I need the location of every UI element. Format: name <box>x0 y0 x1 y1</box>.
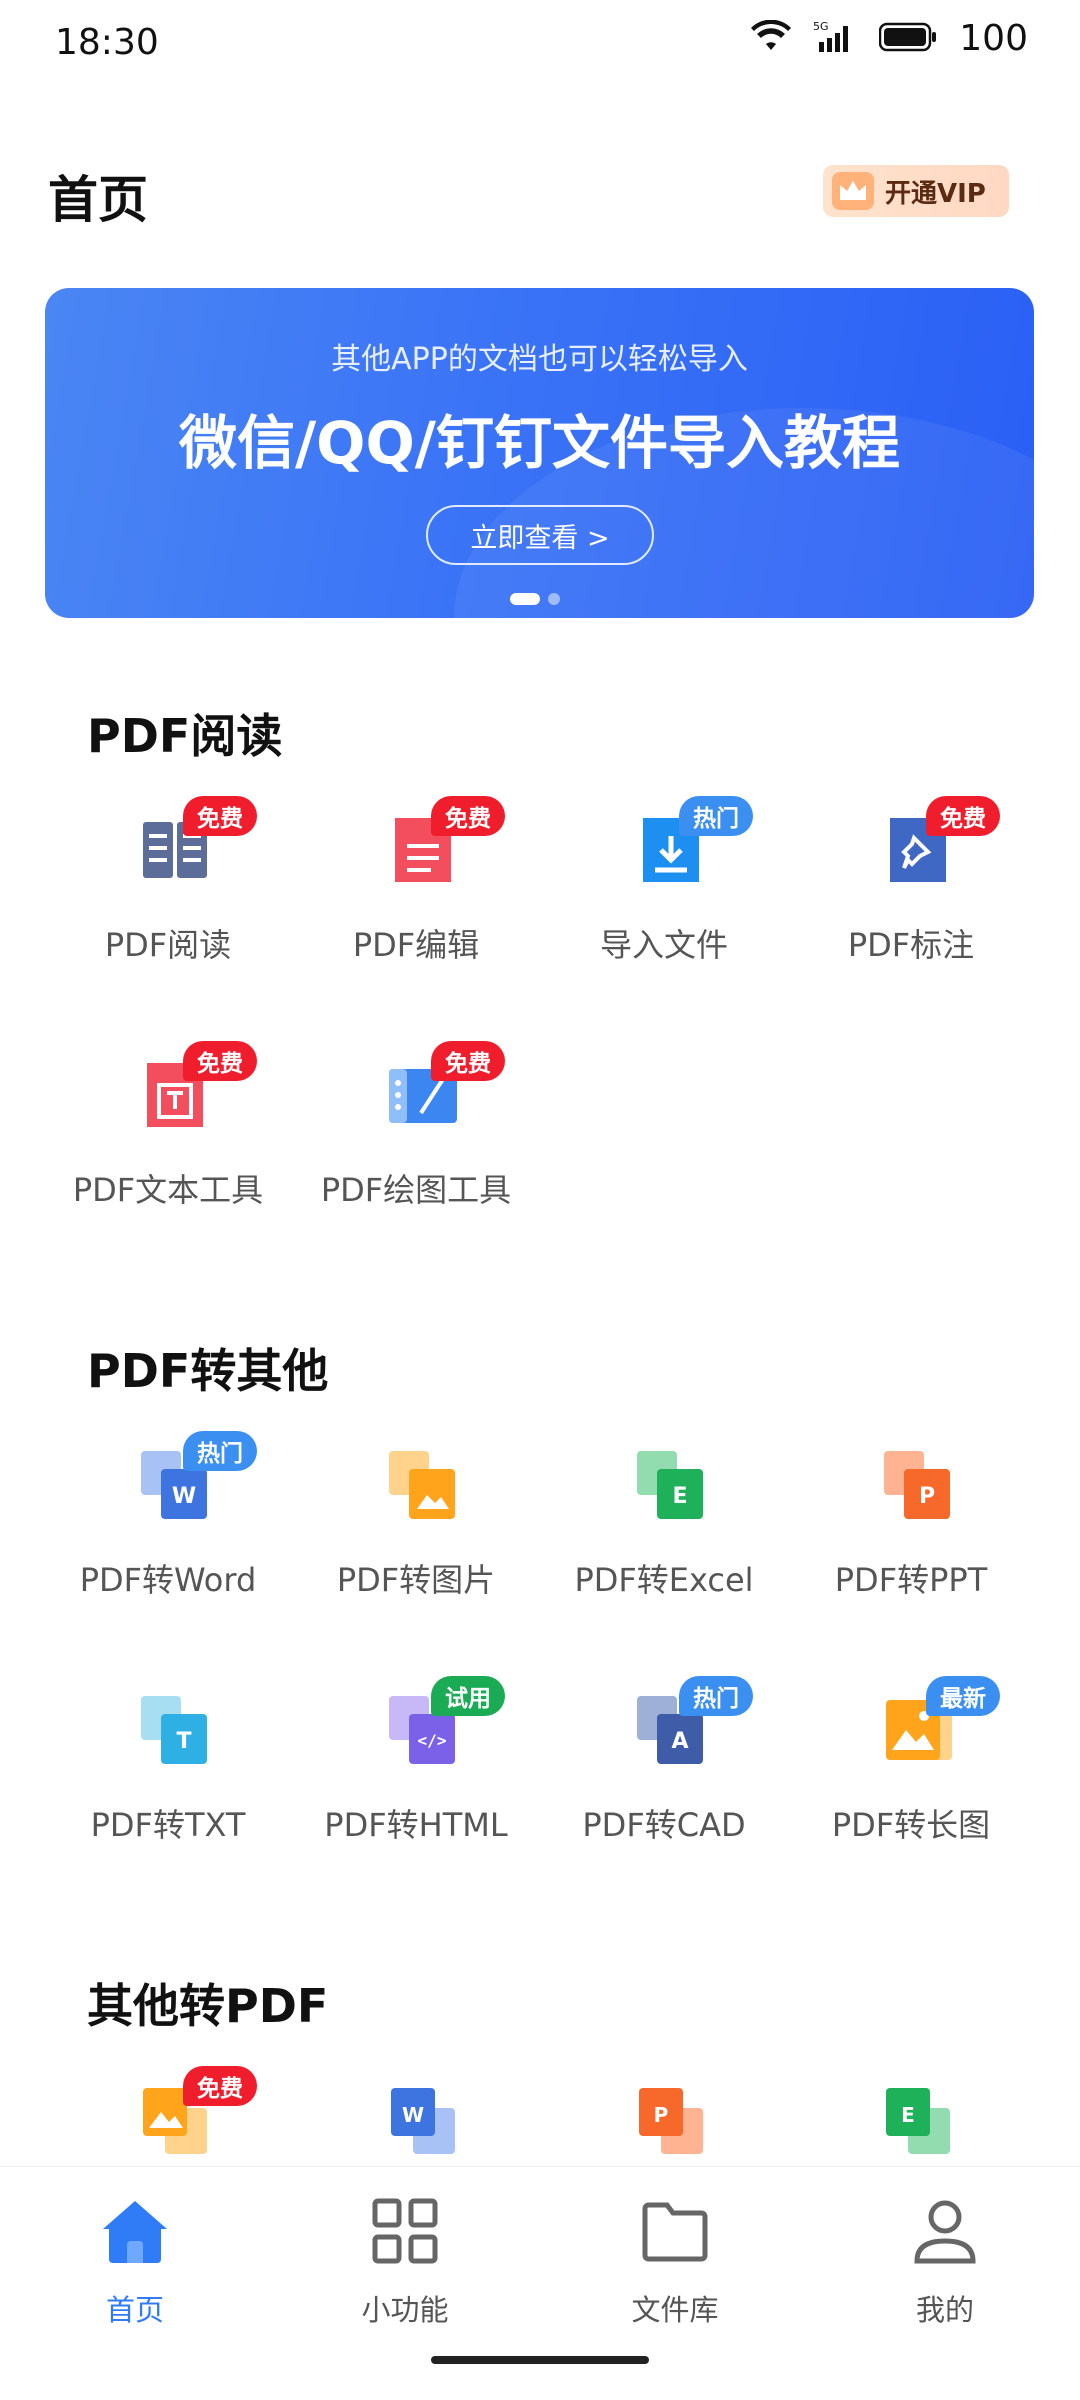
nav-label: 我的 <box>915 2293 974 2327</box>
section-title: 其他转PDF <box>87 1979 329 2033</box>
banner-view-button[interactable]: 立即查看 > <box>426 505 654 565</box>
tool-label: PDF转Word <box>79 1561 257 1599</box>
tool-item[interactable]: 免费 PDF阅读 <box>45 796 291 1010</box>
tool-item[interactable]: P PDF转PPT <box>788 1445 1034 1645</box>
crown-icon <box>831 171 875 211</box>
tool-badge: 免费 <box>431 796 505 836</box>
status-indicators: 5G 100 <box>751 18 1028 59</box>
tool-item[interactable]: PDF转图片 <box>293 1445 539 1645</box>
tool-badge: 免费 <box>183 2066 257 2106</box>
vip-button-label: 开通VIP <box>885 178 986 209</box>
vip-button[interactable]: 开通VIP <box>823 165 1009 217</box>
tool-item[interactable]: 热门导入文件 <box>541 796 787 1010</box>
tool-label: PDF转Excel <box>574 1561 754 1599</box>
tool-item[interactable]: 免费 PDF标注 <box>788 796 1034 1010</box>
svg-text:P: P <box>919 1484 935 1509</box>
folder-icon <box>639 2195 711 2267</box>
tool-label: PDF阅读 <box>104 926 232 964</box>
grid-icon <box>369 2195 441 2267</box>
tool-label: PDF转CAD <box>582 1806 746 1844</box>
svg-text:T: T <box>176 1729 191 1754</box>
nav-item-home[interactable]: 首页 <box>45 2195 225 2345</box>
tool-badge: 热门 <box>183 1431 257 1471</box>
tool-badge: 免费 <box>183 796 257 836</box>
bottom-nav: 首页 小功能 文件库 我的 <box>0 2166 1080 2400</box>
tool-label: PDF转图片 <box>336 1561 496 1599</box>
promo-banner[interactable]: 其他APP的文档也可以轻松导入 微信/QQ/钉钉文件导入教程 立即查看 > <box>45 288 1034 618</box>
svg-text:W: W <box>172 1484 196 1509</box>
banner-title: 微信/QQ/钉钉文件导入教程 <box>179 409 900 477</box>
tool-label: PDF编辑 <box>352 926 480 964</box>
tool-item[interactable]: A 热门 PDF转CAD <box>541 1676 787 1890</box>
tool-item[interactable]: 免费 PDF绘图工具 <box>293 1041 539 1255</box>
svg-text:5G: 5G <box>813 20 829 33</box>
to-image-icon <box>383 1445 463 1531</box>
tool-label: PDF绘图工具 <box>320 1171 512 1209</box>
word-to-pdf-icon: W <box>383 2080 463 2166</box>
tool-item[interactable]: 免费 PDF文本工具 <box>45 1041 291 1255</box>
tool-item[interactable]: 最新 PDF转长图 <box>788 1676 1034 1890</box>
section-title: PDF阅读 <box>87 709 283 763</box>
status-time: 18:30 <box>55 22 159 63</box>
tool-item[interactable]: 免费 PDF编辑 <box>293 796 539 1010</box>
svg-text:</>: </> <box>418 1731 447 1750</box>
tool-label: PDF转长图 <box>831 1806 991 1844</box>
svg-text:E: E <box>672 1484 687 1509</box>
ppt-to-pdf-icon: P <box>631 2080 711 2166</box>
nav-item-profile[interactable]: 我的 <box>855 2195 1035 2345</box>
tool-label: PDF转TXT <box>90 1806 246 1844</box>
to-ppt-icon: P <box>878 1445 958 1531</box>
page-title: 首页 <box>48 171 148 229</box>
nav-item-tools[interactable]: 小功能 <box>315 2195 495 2345</box>
tool-badge: 免费 <box>431 1041 505 1081</box>
nav-label: 首页 <box>105 2293 164 2327</box>
tool-badge: 最新 <box>926 1676 1000 1716</box>
tool-badge: 热门 <box>679 796 753 836</box>
tool-label: 导入文件 <box>599 926 728 964</box>
tool-badge: 试用 <box>431 1676 505 1716</box>
tool-label: PDF转PPT <box>834 1561 988 1599</box>
wifi-icon <box>751 19 792 58</box>
banner-pagination <box>510 593 560 605</box>
section-title: PDF转其他 <box>87 1344 329 1398</box>
to-excel-icon: E <box>631 1445 711 1531</box>
nav-item-files[interactable]: 文件库 <box>585 2195 765 2345</box>
tool-item[interactable]: T PDF转TXT <box>45 1690 291 1890</box>
banner-subtitle: 其他APP的文档也可以轻松导入 <box>331 342 748 377</box>
tool-item[interactable]: </> 试用 PDF转HTML <box>293 1676 539 1890</box>
nav-label: 小功能 <box>361 2293 449 2327</box>
pagination-dot <box>548 593 560 605</box>
pagination-dot-active <box>510 593 540 605</box>
tool-badge: 热门 <box>679 1676 753 1716</box>
tool-item[interactable]: E PDF转Excel <box>541 1445 787 1645</box>
status-bar: 18:30 5G 100 <box>0 0 1080 92</box>
tool-item[interactable]: W 热门 PDF转Word <box>45 1431 291 1645</box>
tool-label: PDF转HTML <box>324 1806 508 1844</box>
svg-text:W: W <box>402 2103 424 2127</box>
tool-label: PDF文本工具 <box>72 1171 264 1209</box>
nav-label: 文件库 <box>631 2293 719 2327</box>
tool-badge: 免费 <box>926 796 1000 836</box>
svg-text:A: A <box>671 1729 688 1754</box>
cellular-signal-icon: 5G <box>813 20 857 58</box>
battery-icon <box>879 22 937 56</box>
svg-text:E: E <box>901 2103 915 2127</box>
home-indicator <box>431 2356 649 2364</box>
to-txt-icon: T <box>135 1690 215 1776</box>
svg-text:P: P <box>654 2103 669 2127</box>
home-icon <box>99 2195 171 2267</box>
tool-label: PDF标注 <box>847 926 975 964</box>
battery-level: 100 <box>959 18 1028 59</box>
excel-to-pdf-icon: E <box>878 2080 958 2166</box>
tool-badge: 免费 <box>183 1041 257 1081</box>
user-icon <box>909 2195 981 2267</box>
